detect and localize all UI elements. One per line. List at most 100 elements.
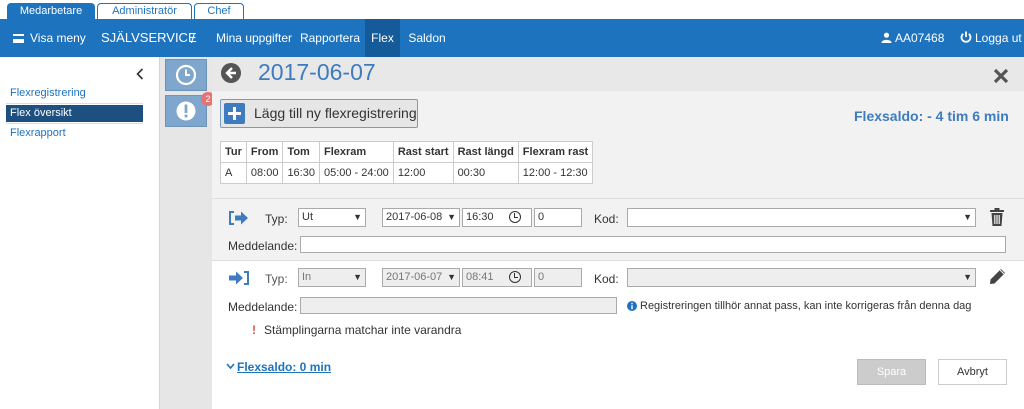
info-icon <box>627 301 637 311</box>
sign-out-icon <box>229 211 248 225</box>
nav-separator: / <box>191 30 195 46</box>
meddelande-input[interactable] <box>300 297 617 314</box>
role-tab-chef[interactable]: Chef <box>194 3 244 19</box>
power-icon <box>960 31 972 43</box>
pencil-icon[interactable] <box>988 267 1007 286</box>
schedule-table: Tur From Tom Flexram Rast start Rast län… <box>220 141 594 184</box>
icon-column: 2 <box>160 57 215 409</box>
logout-label: Logga ut <box>975 31 1022 45</box>
menu-label: Visa meny <box>30 31 86 45</box>
chevron-down-icon: ▼ <box>447 212 456 222</box>
chevron-down-icon <box>226 363 235 370</box>
info-message: Registreringen tillhör annat pass, kan i… <box>640 300 972 312</box>
sidebar-item-flex-oversikt[interactable]: Flex översikt <box>6 105 143 122</box>
column-header: Rast start <box>392 141 454 163</box>
number-value: 0 <box>538 271 545 283</box>
table-cell: 12:00 <box>392 162 454 184</box>
meddelande-input[interactable] <box>300 236 1006 253</box>
menu-button[interactable]: Visa meny <box>13 19 86 57</box>
date-value: 2017-06-07 <box>386 271 443 283</box>
time-value: 08:41 <box>466 271 494 283</box>
clock-icon <box>509 211 521 223</box>
kod-label: Kod: <box>594 212 619 226</box>
column-header: Rast längd <box>452 141 519 163</box>
collapse-chevron-icon[interactable] <box>136 67 144 83</box>
add-button-label: Lägg till ny flexregistrering <box>254 105 417 121</box>
sidebar-divider <box>6 103 143 104</box>
user-menu[interactable]: AA07468 <box>881 19 944 57</box>
sidebar-divider <box>6 123 143 124</box>
nav-item-flex[interactable]: Flex <box>365 19 400 57</box>
date-value: 2017-06-08 <box>386 211 443 223</box>
typ-value: In <box>302 271 312 283</box>
alerts-button[interactable]: 2 <box>165 92 215 127</box>
column-header: From <box>245 141 284 163</box>
typ-label: Typ: <box>265 272 288 286</box>
toolbar-area: Lägg till ny flexregistrering Flexsaldo:… <box>212 91 1024 198</box>
kod-select[interactable]: ▼ <box>627 268 976 287</box>
close-icon[interactable] <box>992 61 1010 91</box>
number-input[interactable]: 0 <box>534 268 582 287</box>
role-tab-administrator[interactable]: Administratör <box>97 3 192 19</box>
brand-label: SJÄLVSERVICE <box>101 30 197 45</box>
number-input[interactable]: 0 <box>534 208 582 227</box>
table-row: A 08:00 16:30 05:00 - 24:00 12:00 00:30 … <box>220 162 594 184</box>
mismatch-warning: ! Stämplingarna matchar inte varandra <box>252 323 461 337</box>
plus-icon <box>224 103 245 124</box>
user-icon <box>881 32 892 43</box>
cancel-button[interactable]: Avbryt <box>938 359 1007 385</box>
table-cell: 05:00 - 24:00 <box>318 162 394 184</box>
date-select[interactable]: 2017-06-08 ▼ <box>382 208 460 227</box>
nav-item-rapportera[interactable]: Rapportera <box>298 19 362 57</box>
clock-icon <box>175 64 197 86</box>
exclamation-icon: ! <box>252 323 256 337</box>
role-tab-bar: Medarbetare Administratör Chef <box>0 0 1024 19</box>
clock-icon <box>509 271 521 283</box>
column-header: Flexram <box>318 141 394 163</box>
date-select[interactable]: 2017-06-07 ▼ <box>382 268 460 287</box>
column-header: Flexram rast <box>517 141 594 163</box>
sidebar: Flexregistrering Flex översikt Flexrappo… <box>0 57 160 409</box>
registration-row-out: Typ: Ut ▼ 2017-06-08 ▼ 16:30 0 Kod: ▼ Me… <box>212 198 1024 260</box>
top-navigation: Visa meny SJÄLVSERVICE / Mina uppgifter … <box>0 19 1024 57</box>
nav-item-saldon[interactable]: Saldon <box>402 19 452 57</box>
time-input[interactable]: 08:41 <box>462 268 532 287</box>
clock-button[interactable] <box>165 59 207 91</box>
nav-item-mina-uppgifter[interactable]: Mina uppgifter <box>211 19 297 57</box>
logout-button[interactable]: Logga ut <box>960 19 1022 57</box>
flexsaldo-link-label: Flexsaldo: 0 min <box>237 360 332 374</box>
kod-select[interactable]: ▼ <box>627 208 976 227</box>
number-value: 0 <box>538 211 545 223</box>
typ-select[interactable]: Ut ▼ <box>298 208 366 227</box>
flexsaldo-summary: Flexsaldo: - 4 tim 6 min <box>854 108 1009 124</box>
registration-row-in: Typ: In ▼ 2017-06-07 ▼ 08:41 0 Kod: ▼ Me… <box>212 260 1024 352</box>
meddelande-label: Meddelande: <box>228 239 298 253</box>
day-header: 2017-06-07 <box>212 57 1024 91</box>
typ-select[interactable]: In ▼ <box>298 268 366 287</box>
add-flexregistration-button[interactable]: Lägg till ny flexregistrering <box>220 99 418 128</box>
user-id: AA07468 <box>895 31 945 45</box>
page-title: 2017-06-07 <box>258 59 376 85</box>
chevron-down-icon: ▼ <box>353 272 362 282</box>
trash-icon[interactable] <box>989 207 1005 227</box>
chevron-down-icon: ▼ <box>447 272 456 282</box>
chevron-down-icon: ▼ <box>963 212 972 222</box>
time-input[interactable]: 16:30 <box>462 208 532 227</box>
meddelande-label: Meddelande: <box>228 300 298 314</box>
flexsaldo-toggle[interactable]: Flexsaldo: 0 min <box>226 360 331 374</box>
sidebar-item-flexrapport[interactable]: Flexrapport <box>6 125 143 142</box>
hamburger-icon <box>13 34 24 43</box>
typ-value: Ut <box>302 211 313 223</box>
table-cell: 12:00 - 12:30 <box>517 162 594 184</box>
table-cell: 00:30 <box>452 162 519 184</box>
sidebar-item-flexregistrering[interactable]: Flexregistrering <box>6 85 143 102</box>
back-arrow-icon[interactable] <box>221 63 241 83</box>
table-header-row: Tur From Tom Flexram Rast start Rast län… <box>220 141 594 163</box>
table-cell: 08:00 <box>245 162 284 184</box>
role-tab-medarbetare[interactable]: Medarbetare <box>7 3 95 19</box>
chevron-down-icon: ▼ <box>353 212 362 222</box>
save-button[interactable]: Spara <box>857 359 926 385</box>
table-cell: 16:30 <box>282 162 320 184</box>
kod-label: Kod: <box>594 272 619 286</box>
table-cell: A <box>220 162 247 184</box>
